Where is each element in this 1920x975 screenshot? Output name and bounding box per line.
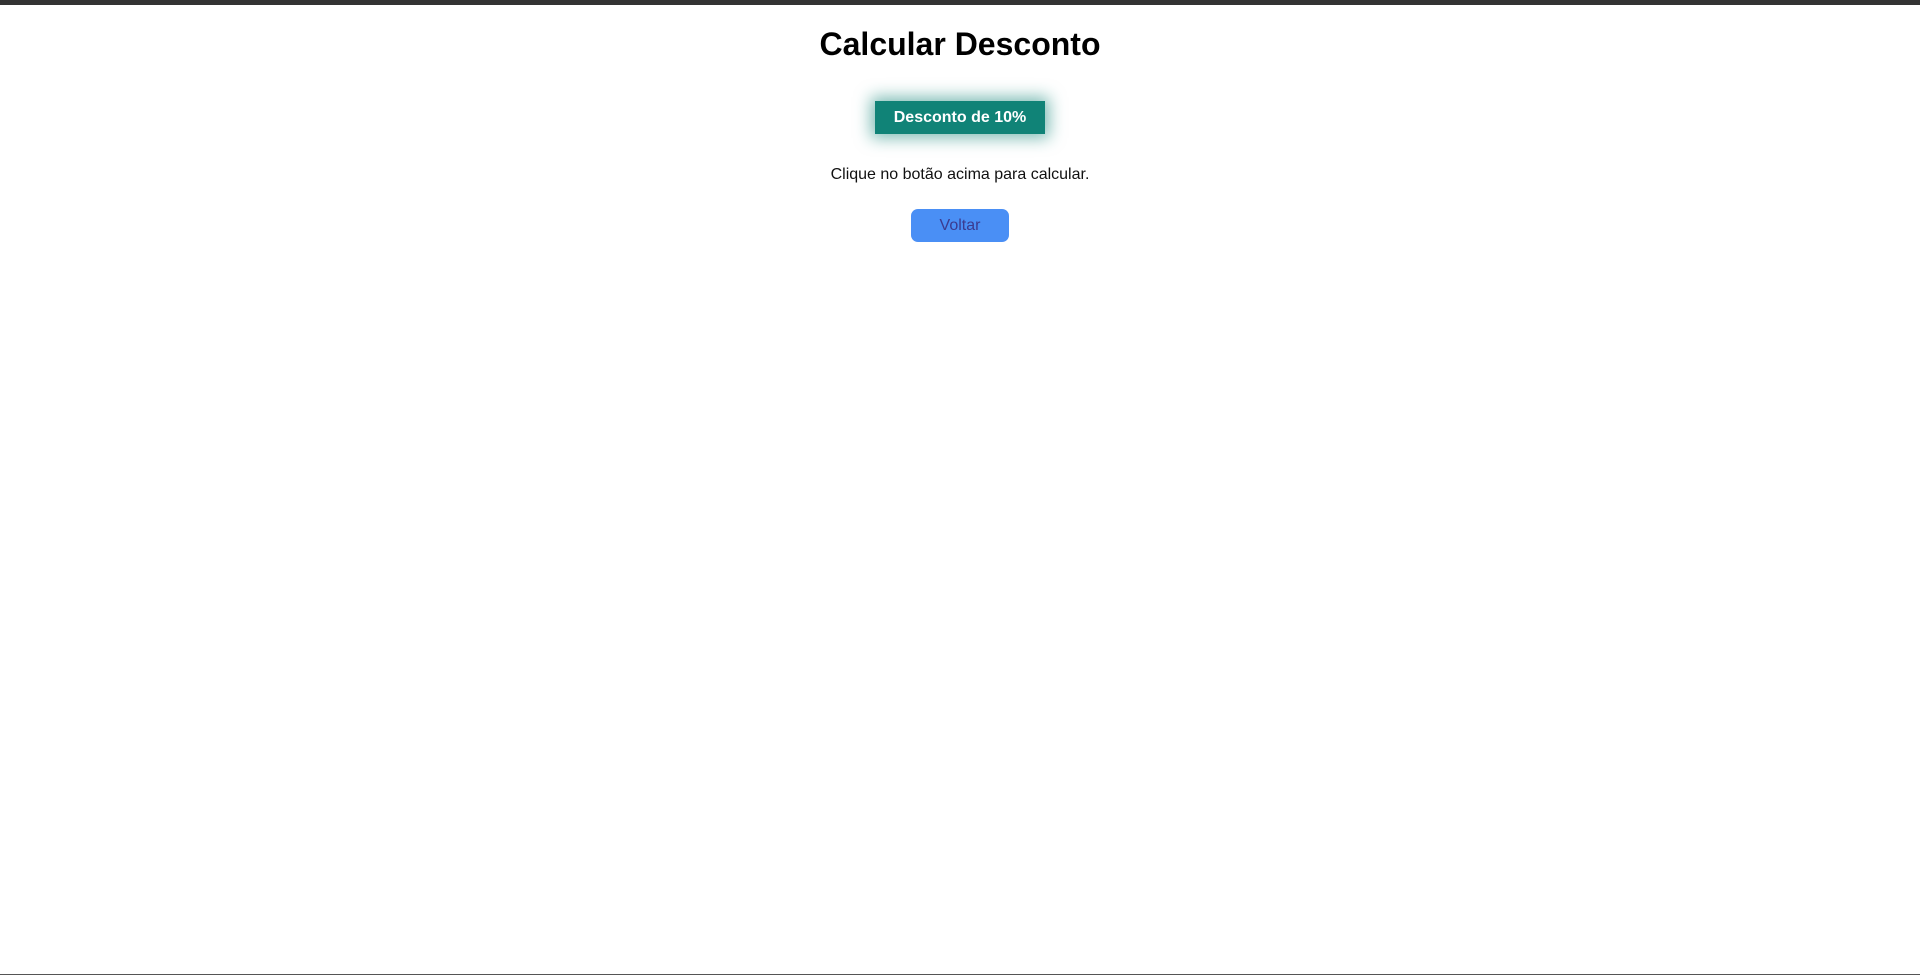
instruction-text: Clique no botão acima para calcular. <box>830 166 1090 183</box>
back-button[interactable]: Voltar <box>911 209 1009 242</box>
page-title: Calcular Desconto <box>819 26 1101 62</box>
top-border-bar <box>0 0 1920 5</box>
discount-10-button[interactable]: Desconto de 10% <box>875 101 1045 134</box>
